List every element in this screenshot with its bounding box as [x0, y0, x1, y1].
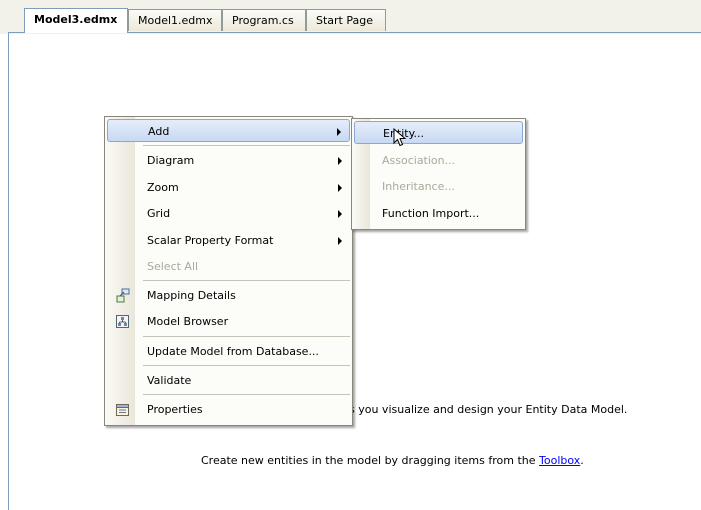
menu-item-label: Select All	[147, 260, 199, 273]
toolbox-link[interactable]: Toolbox	[539, 454, 580, 467]
menu-item-label: Function Import...	[382, 207, 480, 220]
designer-hint-line1: s you visualize and design your Entity D…	[349, 403, 628, 416]
properties-icon	[115, 402, 129, 416]
menu-item-properties[interactable]: Properties	[107, 398, 350, 421]
menu-item-association: Association...	[354, 149, 523, 172]
mouse-cursor-icon	[393, 127, 407, 151]
mapping-details-icon	[115, 288, 130, 303]
menu-item-label: Scalar Property Format	[147, 234, 274, 247]
menu-separator	[143, 365, 350, 366]
tab-model1-edmx[interactable]: Model1.edmx	[128, 9, 222, 31]
menu-item-label: Association...	[382, 154, 456, 167]
tab-program-cs[interactable]: Program.cs	[222, 9, 306, 31]
menu-separator	[143, 394, 350, 395]
tab-label: Start Page	[316, 14, 373, 27]
document-tab-strip: Model3.edmx Model1.edmx Program.cs Start…	[0, 0, 701, 34]
menu-item-label: Properties	[147, 403, 203, 416]
menu-item-label: Update Model from Database...	[147, 345, 319, 358]
menu-item-label: Inheritance...	[382, 180, 455, 193]
model-browser-icon	[115, 314, 129, 328]
menu-item-model-browser[interactable]: Model Browser	[107, 310, 350, 333]
tab-label: Model3.edmx	[34, 13, 118, 26]
menu-item-scalar-property-format[interactable]: Scalar Property Format	[107, 229, 350, 252]
submenu-arrow-icon	[338, 184, 342, 192]
menu-item-update-model-from-database[interactable]: Update Model from Database...	[107, 340, 350, 363]
menu-item-label: Zoom	[147, 181, 179, 194]
tab-start-page[interactable]: Start Page	[306, 9, 386, 31]
submenu-arrow-icon	[338, 210, 342, 218]
menu-item-grid[interactable]: Grid	[107, 202, 350, 225]
menu-separator	[143, 280, 350, 281]
designer-context-menu: Add Diagram Zoom Grid Scalar Property Fo…	[104, 116, 353, 426]
add-submenu: Entity... Association... Inheritance... …	[351, 118, 526, 230]
menu-item-mapping-details[interactable]: Mapping Details	[107, 284, 350, 307]
tab-label: Model1.edmx	[138, 14, 213, 27]
menu-item-inheritance: Inheritance...	[354, 175, 523, 198]
menu-item-entity[interactable]: Entity...	[354, 121, 523, 144]
hint-period: .	[580, 454, 584, 467]
menu-item-label: Add	[148, 125, 170, 138]
menu-item-validate[interactable]: Validate	[107, 369, 350, 392]
submenu-arrow-icon	[337, 128, 341, 136]
submenu-arrow-icon	[338, 237, 342, 245]
menu-separator	[143, 336, 350, 337]
menu-item-select-all: Select All	[107, 255, 350, 278]
designer-hint-line2: Create new entities in the model by drag…	[201, 454, 584, 467]
menu-item-diagram[interactable]: Diagram	[107, 149, 350, 172]
menu-item-function-import[interactable]: Function Import...	[354, 202, 523, 225]
tab-model3-edmx[interactable]: Model3.edmx	[24, 8, 128, 33]
menu-item-label: Validate	[147, 374, 192, 387]
submenu-arrow-icon	[338, 157, 342, 165]
menu-item-zoom[interactable]: Zoom	[107, 176, 350, 199]
menu-item-label: Mapping Details	[147, 289, 236, 302]
hint-text: Create new entities in the model by drag…	[201, 454, 540, 467]
menu-item-label: Diagram	[147, 154, 195, 167]
editor-border	[8, 33, 9, 510]
menu-item-add[interactable]: Add	[107, 119, 350, 142]
menu-item-label: Model Browser	[147, 315, 229, 328]
menu-item-label: Grid	[147, 207, 171, 220]
tab-label: Program.cs	[232, 14, 294, 27]
menu-separator	[143, 145, 350, 146]
